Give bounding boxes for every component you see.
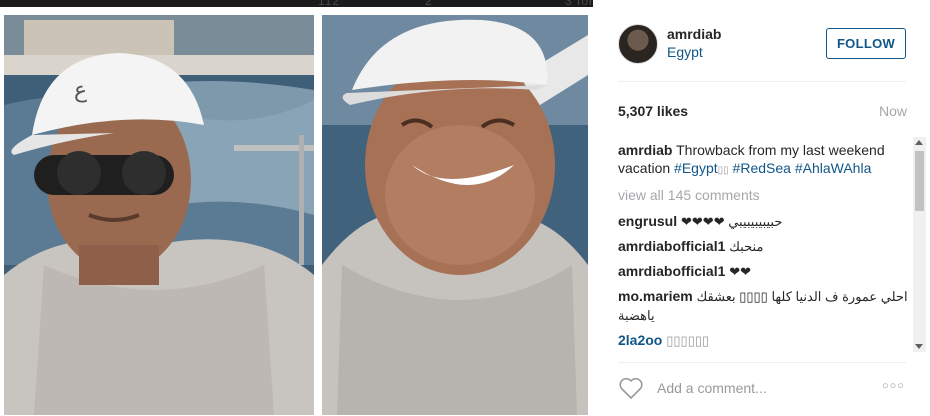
caption-username[interactable]: amrdiab — [618, 142, 672, 158]
comment-text: ▯▯▯▯▯▯ — [666, 333, 710, 348]
hashtag-ahlawahla[interactable]: #AhlaWAhla — [795, 160, 872, 176]
hashtag-redsea[interactable]: #RedSea — [733, 160, 791, 176]
comment-username[interactable]: mo.mariem — [618, 288, 693, 304]
ellipsis-icon[interactable]: ○○○ — [882, 380, 905, 392]
scroll-up-icon[interactable] — [915, 140, 923, 145]
smiling-selfie-image — [322, 15, 588, 415]
comments-scrollbar[interactable] — [913, 137, 926, 352]
divider — [618, 81, 906, 82]
post-photo-left[interactable]: ع — [4, 15, 314, 415]
comment-item: amrdiabofficial1 منحبك — [618, 237, 910, 256]
comment-item: 2la2oo ▯▯▯▯▯▯ — [618, 331, 910, 350]
caption: amrdiab Throwback from my last weekend v… — [618, 141, 910, 180]
post-location[interactable]: Egypt — [667, 44, 703, 60]
avatar[interactable] — [618, 24, 658, 64]
post-photo-area[interactable]: ع — [0, 7, 593, 416]
post-username[interactable]: amrdiab — [667, 26, 721, 42]
view-all-comments-link[interactable]: view all 145 comments — [618, 186, 910, 204]
comment-text: منحبك — [729, 239, 764, 254]
comments-list[interactable]: amrdiab Throwback from my last weekend v… — [618, 141, 910, 355]
divider — [618, 362, 906, 363]
comment-text: ❤❤ — [729, 264, 752, 279]
comment-item: amrdiabofficial1 ❤❤ — [618, 262, 910, 281]
svg-text:ع: ع — [74, 78, 87, 103]
comment-text: حبيبيبيبيبي ❤❤❤❤ — [681, 214, 783, 229]
comment-item: engrusul حبيبيبيبيبي ❤❤❤❤ — [618, 212, 910, 231]
post-photo-right[interactable] — [322, 15, 588, 415]
comment-username[interactable]: amrdiabofficial1 — [618, 263, 725, 279]
likes-count[interactable]: 5,307 likes — [618, 103, 688, 119]
scroll-down-icon[interactable] — [915, 344, 923, 349]
comment-item: mo.mariem احلي عمورة ف الدنيا كلها ▯▯▯▯ … — [618, 287, 910, 325]
post-timestamp: Now — [878, 103, 907, 119]
comment-username[interactable]: 2la2oo — [618, 332, 662, 348]
heart-icon[interactable] — [618, 376, 644, 400]
scrollbar-thumb[interactable] — [915, 151, 924, 211]
follow-button[interactable]: FOLLOW — [826, 28, 906, 59]
comment-username[interactable]: amrdiabofficial1 — [618, 238, 725, 254]
hashtag-egypt[interactable]: #Egypt — [674, 160, 718, 176]
post-sidebar: amrdiab Egypt FOLLOW 5,307 likes Now amr… — [593, 0, 930, 416]
caption-emoji: ▯▯ — [717, 165, 729, 176]
comment-username[interactable]: engrusul — [618, 213, 677, 229]
boat-selfie-image: ع — [4, 15, 314, 415]
add-comment-input[interactable]: Add a comment... — [657, 380, 767, 396]
